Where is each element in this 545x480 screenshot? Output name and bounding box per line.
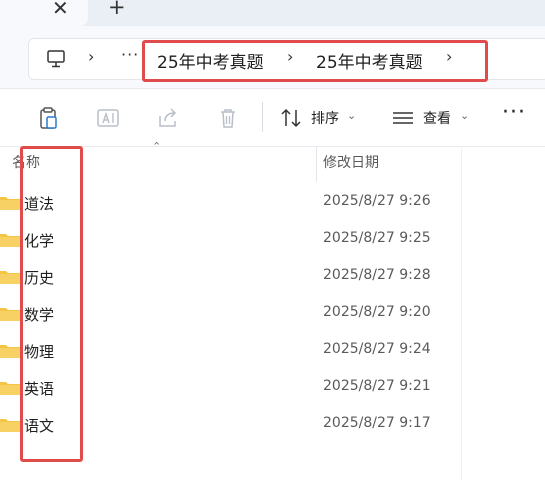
- folder-icon: [0, 197, 20, 210]
- folder-icon: [0, 419, 20, 432]
- sort-button[interactable]: 排序: [311, 108, 339, 128]
- view-button[interactable]: 查看: [423, 108, 451, 128]
- delete-icon[interactable]: [214, 104, 242, 132]
- chevron-down-icon[interactable]: ⌄: [347, 109, 356, 122]
- active-tab[interactable]: ✕: [0, 0, 88, 26]
- more-options-button[interactable]: ···: [502, 100, 526, 125]
- tab-close-icon[interactable]: ✕: [52, 0, 69, 20]
- view-icon[interactable]: [389, 104, 417, 132]
- breadcrumb-highlight: [142, 40, 488, 82]
- folder-icon: [0, 271, 20, 284]
- chevron-down-icon[interactable]: ⌄: [460, 109, 469, 122]
- file-modified: 2025/8/27 9:17: [323, 415, 431, 431]
- folder-icon: [0, 234, 20, 247]
- breadcrumb-overflow-button[interactable]: ···: [121, 45, 139, 64]
- tab-strip: ✕ +: [0, 0, 545, 26]
- name-column-highlight: [20, 146, 83, 462]
- toolbar-divider: [262, 102, 263, 132]
- file-modified: 2025/8/27 9:25: [323, 230, 431, 246]
- sort-indicator-icon: ⌃: [152, 140, 162, 153]
- folder-icon: [0, 308, 20, 321]
- sort-icon[interactable]: [278, 104, 306, 132]
- breadcrumb-separator[interactable]: ›: [88, 47, 94, 66]
- computer-icon[interactable]: [45, 48, 67, 70]
- new-tab-icon[interactable]: +: [108, 0, 126, 19]
- folder-icon: [0, 382, 20, 395]
- column-divider[interactable]: [316, 146, 317, 182]
- file-modified: 2025/8/27 9:26: [323, 193, 431, 209]
- file-modified: 2025/8/27 9:24: [323, 341, 431, 357]
- share-icon[interactable]: [154, 104, 182, 132]
- file-modified: 2025/8/27 9:21: [323, 378, 431, 394]
- rename-icon[interactable]: [94, 104, 122, 132]
- command-bar: 排序 ⌄ 查看 ⌄ ···: [0, 90, 545, 147]
- file-modified: 2025/8/27 9:28: [323, 267, 431, 283]
- paste-icon[interactable]: [34, 104, 62, 132]
- column-header-modified[interactable]: 修改日期: [323, 152, 379, 172]
- file-modified: 2025/8/27 9:20: [323, 304, 431, 320]
- folder-icon: [0, 345, 20, 358]
